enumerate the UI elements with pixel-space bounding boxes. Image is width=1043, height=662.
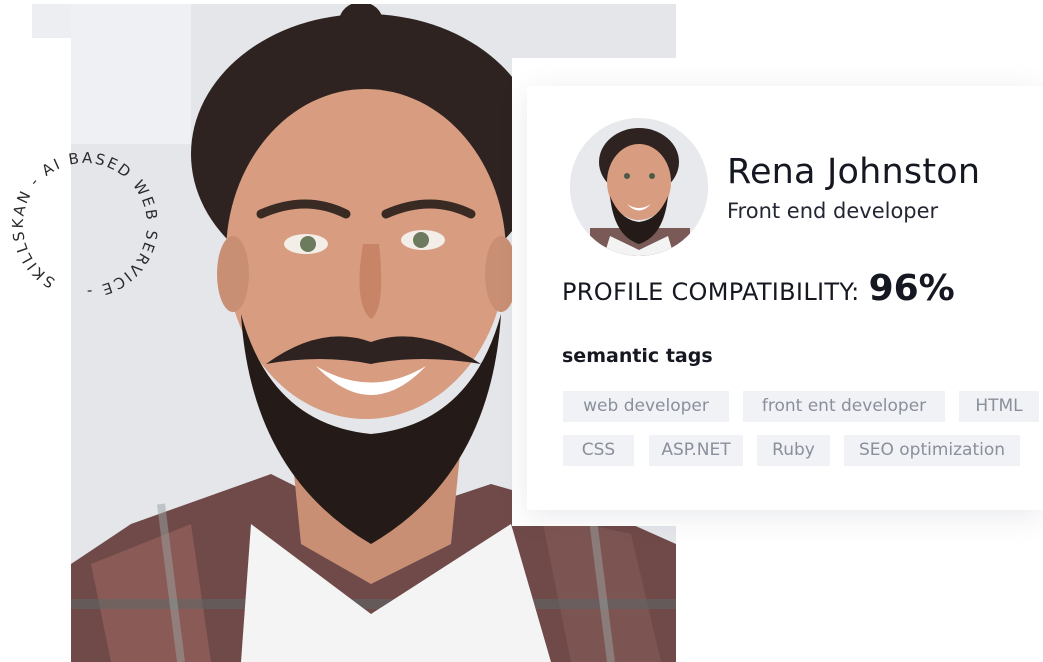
tag-front-ent-developer[interactable]: front ent developer <box>743 391 945 422</box>
badge-circular-text: SKILLSKAN - AI BASED WEB SERVICE - <box>0 140 170 310</box>
profile-name: Rena Johnston <box>727 152 981 192</box>
semantic-tags-title: semantic tags <box>562 345 713 367</box>
profile-role: Front end developer <box>727 199 939 223</box>
profile-compatibility: PROFILE COMPATIBILITY: 96% <box>562 268 955 309</box>
tag-seo-optimization[interactable]: SEO optimization <box>844 435 1020 466</box>
tag-web-developer[interactable]: web developer <box>563 391 729 422</box>
avatar <box>570 118 708 256</box>
tag-aspnet[interactable]: ASP.NET <box>649 435 743 466</box>
compatibility-label: PROFILE COMPATIBILITY: <box>562 278 860 306</box>
avatar-image <box>570 118 708 256</box>
compatibility-value: 96% <box>868 268 955 309</box>
tag-html[interactable]: HTML <box>959 391 1039 422</box>
tag-css[interactable]: CSS <box>563 435 634 466</box>
circular-badge: SKILLSKAN - AI BASED WEB SERVICE - <box>0 140 170 310</box>
svg-text:SKILLSKAN - AI BASED WEB SERVI: SKILLSKAN - AI BASED WEB SERVICE - <box>0 140 170 310</box>
tag-ruby[interactable]: Ruby <box>757 435 830 466</box>
